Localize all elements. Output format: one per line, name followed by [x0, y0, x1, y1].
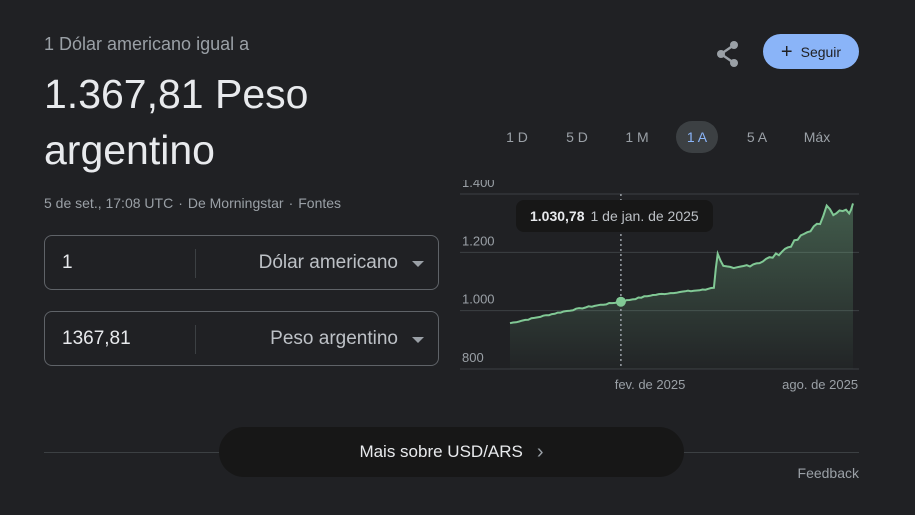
chevron-down-icon[interactable]	[412, 261, 424, 267]
field-divider	[195, 325, 196, 354]
conversion-subtitle: 1 Dólar americano igual a	[44, 34, 250, 54]
marker-dot	[615, 296, 626, 307]
from-currency-select[interactable]: Dólar americano	[259, 252, 398, 274]
to-currency-select[interactable]: Peso argentino	[270, 328, 398, 350]
x-tick-label: ago. de 2025	[782, 377, 858, 392]
tab-range-1y[interactable]: 1 A	[676, 121, 718, 153]
y-tick-label: 1.200	[462, 233, 495, 248]
more-about-label: Mais sobre USD/ARS	[359, 442, 523, 461]
y-tick-label: 1.000	[462, 292, 495, 307]
from-currency-field[interactable]: 1 Dólar americano	[44, 235, 439, 290]
timestamp: 5 de set., 17:08 UTC	[44, 195, 174, 211]
y-tick-label: 1.400	[462, 180, 495, 190]
chevron-down-icon[interactable]	[412, 337, 424, 343]
tooltip-date: 1 de jan. de 2025	[590, 208, 699, 224]
feedback-link[interactable]: Feedback	[798, 465, 859, 481]
chevron-right-icon: ›	[536, 440, 544, 463]
tab-range-5d[interactable]: 5 D	[547, 121, 607, 153]
range-tabs: 1 D 5 D 1 M 1 A 5 A Máx	[487, 121, 847, 153]
tab-range-1m[interactable]: 1 M	[607, 121, 667, 153]
tooltip-value: 1.030,78	[530, 208, 585, 224]
to-amount-input[interactable]: 1367,81	[62, 328, 131, 350]
to-currency-field[interactable]: 1367,81 Peso argentino	[44, 311, 439, 366]
plus-icon: +	[780, 40, 793, 63]
field-divider	[195, 249, 196, 278]
source: De Morningstar	[187, 195, 284, 211]
follow-button[interactable]: + Seguir	[763, 34, 859, 69]
tab-range-1d[interactable]: 1 D	[487, 121, 547, 153]
follow-label: Seguir	[800, 43, 842, 60]
chart-tooltip: 1.030,78 1 de jan. de 2025	[516, 200, 713, 232]
x-tick-label: fev. de 2025	[615, 377, 686, 392]
y-tick-label: 800	[462, 350, 484, 365]
sources-link[interactable]: Fontes	[298, 195, 341, 211]
tab-range-max[interactable]: Máx	[787, 121, 847, 153]
tab-range-5y[interactable]: 5 A	[727, 121, 787, 153]
from-amount-input[interactable]: 1	[62, 252, 73, 274]
converted-amount: 1.367,81 Peso argentino	[44, 71, 309, 173]
share-icon[interactable]	[712, 38, 744, 70]
rate-meta: 5 de set., 17:08 UTC · De Morningstar · Font…	[44, 195, 342, 211]
more-about-button[interactable]: Mais sobre USD/ARS ›	[219, 427, 684, 477]
